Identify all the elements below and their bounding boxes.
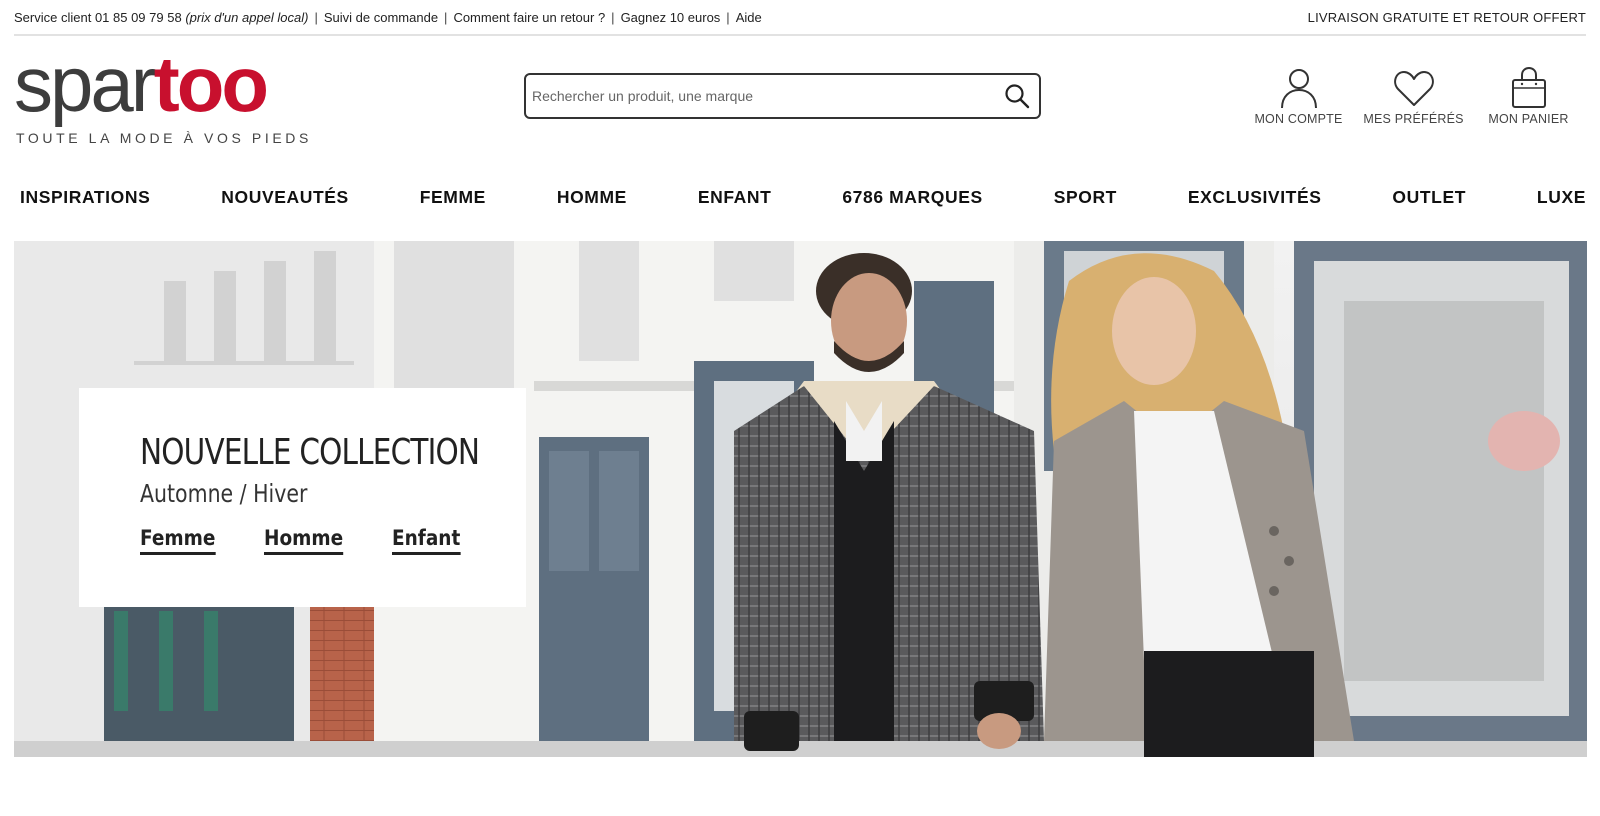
nav-item-homme[interactable]: HOMME bbox=[557, 187, 627, 208]
search-button[interactable] bbox=[995, 75, 1039, 117]
nav-item-sport[interactable]: SPORT bbox=[1054, 187, 1117, 208]
divider: | bbox=[726, 9, 730, 25]
top-bar-links: Service client 01 85 09 79 58 (prix d'un… bbox=[14, 10, 762, 25]
phone-note: (prix d'un appel local) bbox=[185, 9, 309, 25]
site-header: spartoo TOUTE LA MODE À VOS PIEDS MON CO… bbox=[14, 38, 1586, 158]
collection-link-enfant[interactable]: Enfant bbox=[391, 526, 461, 555]
referral-link[interactable]: Gagnez 10 euros bbox=[621, 10, 721, 25]
account-label: MON COMPTE bbox=[1254, 112, 1343, 126]
shopping-bag-icon bbox=[1511, 66, 1546, 108]
divider: | bbox=[611, 9, 615, 25]
main-nav: INSPIRATIONS NOUVEAUTÉS FEMME HOMME ENFA… bbox=[20, 180, 1586, 214]
customer-service-label: Service client bbox=[14, 9, 92, 25]
logo-wordmark: spartoo bbox=[14, 40, 269, 128]
header-actions: MON COMPTE MES PRÉFÉRÉS MON PANIER bbox=[1241, 66, 1586, 126]
user-icon bbox=[1280, 69, 1317, 109]
account-button[interactable]: MON COMPTE bbox=[1241, 66, 1356, 126]
collection-links: Femme Homme Enfant bbox=[140, 526, 526, 555]
divider: | bbox=[314, 9, 318, 25]
help-link[interactable]: Aide bbox=[736, 10, 762, 25]
heart-icon bbox=[1393, 71, 1434, 106]
cart-button[interactable]: MON PANIER bbox=[1471, 66, 1586, 126]
order-tracking-link[interactable]: Suivi de commande bbox=[324, 10, 438, 25]
nav-item-nouveautes[interactable]: NOUVEAUTÉS bbox=[221, 187, 349, 208]
collection-season: Automne / Hiver bbox=[140, 479, 308, 508]
collection-title: NOUVELLE COLLECTION bbox=[140, 432, 480, 473]
nav-item-luxe[interactable]: LUXE bbox=[1537, 187, 1586, 208]
nav-item-outlet[interactable]: OUTLET bbox=[1392, 187, 1466, 208]
hero-banner[interactable]: NOUVELLE COLLECTION Automne / Hiver Femm… bbox=[14, 241, 1587, 757]
nav-item-exclusivites[interactable]: EXCLUSIVITÉS bbox=[1188, 187, 1322, 208]
return-howto-link[interactable]: Comment faire un retour ? bbox=[453, 10, 605, 25]
collection-link-homme[interactable]: Homme bbox=[263, 526, 343, 555]
free-delivery-banner[interactable]: LIVRAISON GRATUITE ET RETOUR OFFERT bbox=[1308, 10, 1586, 25]
favorites-button[interactable]: MES PRÉFÉRÉS bbox=[1356, 66, 1471, 126]
spartoo-logo[interactable]: spartoo TOUTE LA MODE À VOS PIEDS bbox=[14, 44, 314, 154]
top-bar: Service client 01 85 09 79 58 (prix d'un… bbox=[14, 0, 1586, 36]
logo-tagline: TOUTE LA MODE À VOS PIEDS bbox=[16, 130, 312, 146]
search-bar bbox=[524, 73, 1041, 119]
customer-service-phone[interactable]: 01 85 09 79 58 bbox=[95, 10, 182, 25]
search-icon bbox=[1005, 84, 1030, 109]
search-input[interactable] bbox=[526, 75, 995, 117]
nav-item-inspirations[interactable]: INSPIRATIONS bbox=[20, 187, 150, 208]
divider: | bbox=[444, 9, 448, 25]
nav-item-marques[interactable]: 6786 MARQUES bbox=[842, 187, 982, 208]
cart-label: MON PANIER bbox=[1488, 112, 1569, 126]
nav-item-femme[interactable]: FEMME bbox=[420, 187, 486, 208]
favorites-label: MES PRÉFÉRÉS bbox=[1363, 112, 1464, 126]
collection-link-femme[interactable]: Femme bbox=[140, 526, 216, 555]
collection-promo-card: NOUVELLE COLLECTION Automne / Hiver Femm… bbox=[79, 388, 526, 607]
nav-item-enfant[interactable]: ENFANT bbox=[698, 187, 772, 208]
